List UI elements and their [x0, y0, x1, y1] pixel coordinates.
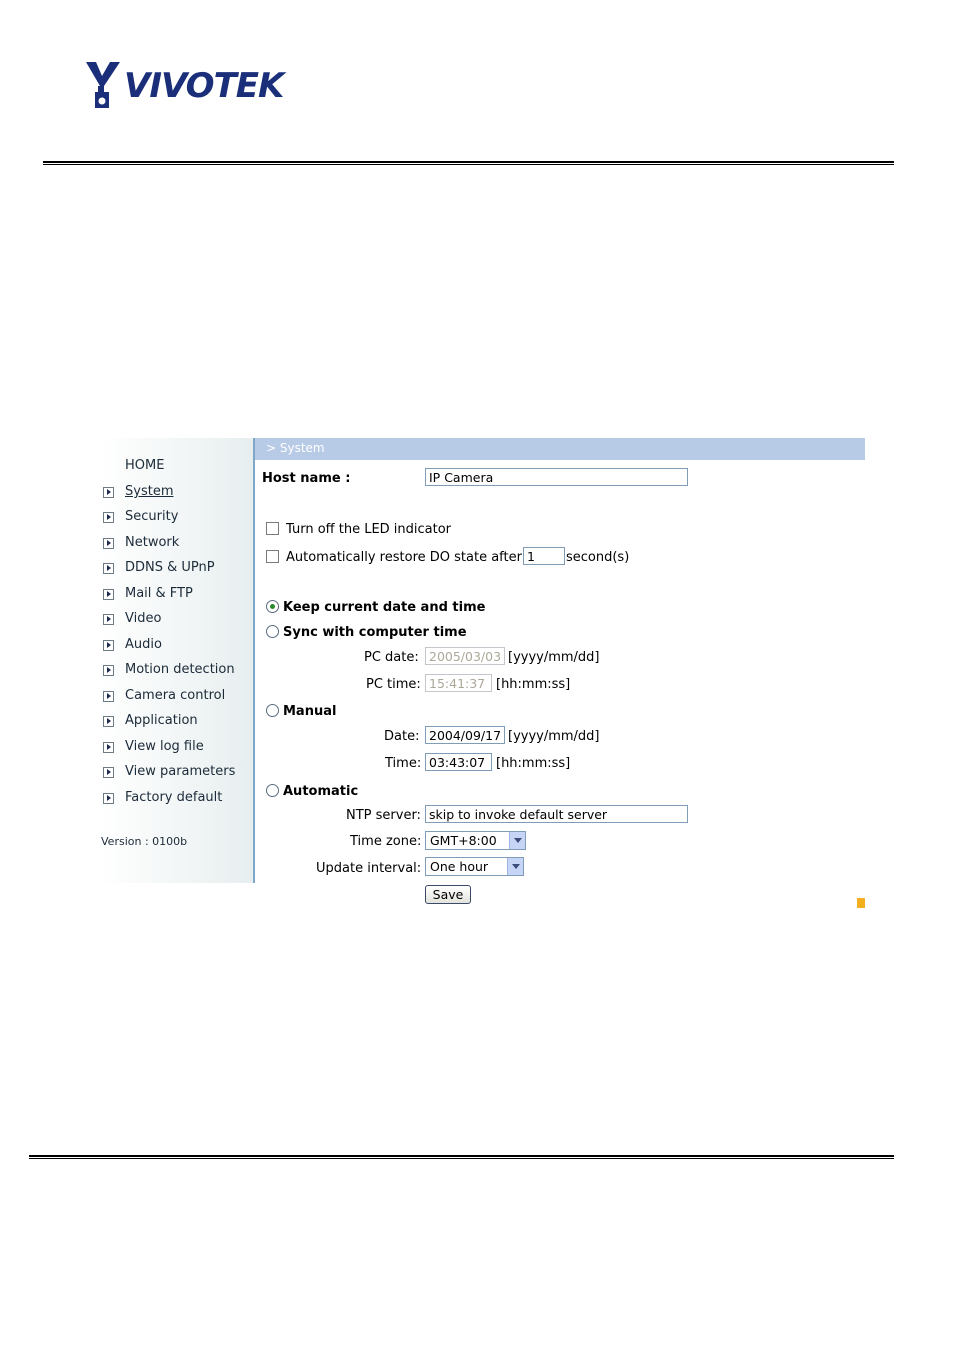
restore-do-unit: second(s) [566, 550, 630, 565]
sidebar-item-label: Factory default [125, 790, 223, 805]
arrow-right-icon [103, 767, 114, 778]
arrow-right-icon [103, 589, 114, 600]
time-label: Time: [385, 756, 422, 771]
sidebar-item-label: Video [125, 611, 162, 626]
led-label: Turn off the LED indicator [286, 522, 452, 537]
sidebar-item-label: Network [125, 535, 180, 550]
restore-do-checkbox[interactable] [266, 550, 279, 563]
sidebar-item-label: View log file [125, 739, 204, 754]
restore-do-label: Automatically restore DO state after [286, 550, 522, 565]
pc-date-format: [yyyy/mm/dd] [508, 650, 600, 665]
sidebar-item-label: System [125, 484, 174, 499]
pc-time-label: PC time: [366, 677, 421, 692]
arrow-right-icon [103, 512, 114, 523]
host-name-label: Host name : [262, 471, 351, 486]
sidebar: HOME System Security Network DDNS & UPnP… [100, 438, 255, 883]
sidebar-item-label: Camera control [125, 688, 226, 703]
update-interval-value: One hour [430, 859, 489, 874]
corner-marker [857, 898, 865, 908]
arrow-right-icon [103, 487, 114, 498]
vivotek-logo: VIVOTEK [84, 60, 294, 115]
sidebar-item-label: Application [125, 713, 198, 728]
sidebar-item-label: Motion detection [125, 662, 235, 677]
manual-label: Manual [283, 704, 337, 719]
automatic-radio[interactable] [266, 784, 279, 797]
led-checkbox[interactable] [266, 522, 279, 535]
update-interval-label: Update interval: [316, 861, 422, 876]
chevron-down-icon[interactable] [509, 832, 525, 849]
pc-date-input: 2005/03/03 [425, 647, 505, 665]
keep-time-label: Keep current date and time [283, 600, 486, 615]
arrow-right-icon [103, 563, 114, 574]
time-zone-label: Time zone: [350, 834, 422, 849]
update-interval-select[interactable]: One hour [425, 857, 524, 876]
sidebar-item-label: Mail & FTP [125, 586, 193, 601]
date-label: Date: [384, 729, 420, 744]
section-header: > System [255, 438, 865, 460]
keep-time-radio[interactable] [266, 600, 279, 613]
sidebar-item-label: Security [125, 509, 179, 524]
sidebar-item-label: DDNS & UPnP [125, 560, 215, 575]
sidebar-item-label: Audio [125, 637, 162, 652]
date-input[interactable]: 2004/09/17 [425, 726, 505, 744]
brand-wordmark: VIVOTEK [124, 66, 284, 106]
arrow-right-icon [103, 691, 114, 702]
arrow-right-icon [103, 742, 114, 753]
arrow-right-icon [103, 793, 114, 804]
time-zone-select[interactable]: GMT+8:00 [425, 831, 526, 850]
sync-time-radio[interactable] [266, 625, 279, 638]
manual-radio[interactable] [266, 704, 279, 717]
ntp-server-input[interactable]: skip to invoke default server [425, 805, 688, 823]
automatic-label: Automatic [283, 784, 359, 799]
breadcrumb: > System [266, 441, 325, 455]
arrow-right-icon [103, 538, 114, 549]
sync-time-label: Sync with computer time [283, 625, 467, 640]
restore-do-seconds-input[interactable]: 1 [523, 547, 565, 565]
arrow-right-icon [103, 614, 114, 625]
chevron-down-icon[interactable] [507, 858, 523, 875]
version-label: Version : 0100b [101, 835, 188, 848]
time-input[interactable]: 03:43:07 [425, 753, 492, 771]
pc-date-label: PC date: [364, 650, 419, 665]
time-zone-value: GMT+8:00 [430, 833, 497, 848]
arrow-right-icon [103, 665, 114, 676]
sidebar-item-home[interactable]: HOME [125, 458, 164, 473]
save-button[interactable]: Save [425, 885, 471, 904]
sidebar-item-label: View parameters [125, 764, 236, 779]
system-settings-form: Host name : IP Camera Turn off the LED i… [255, 460, 865, 920]
ntp-server-label: NTP server: [346, 808, 421, 823]
arrow-right-icon [103, 716, 114, 727]
top-divider [43, 161, 894, 165]
date-format: [yyyy/mm/dd] [508, 729, 600, 744]
pc-time-input: 15:41:37 [425, 674, 492, 692]
arrow-right-icon [103, 640, 114, 651]
bottom-divider [29, 1155, 894, 1159]
time-format: [hh:mm:ss] [496, 756, 571, 771]
camera-mast-icon [86, 62, 120, 108]
host-name-input[interactable]: IP Camera [425, 468, 688, 486]
pc-time-format: [hh:mm:ss] [496, 677, 571, 692]
